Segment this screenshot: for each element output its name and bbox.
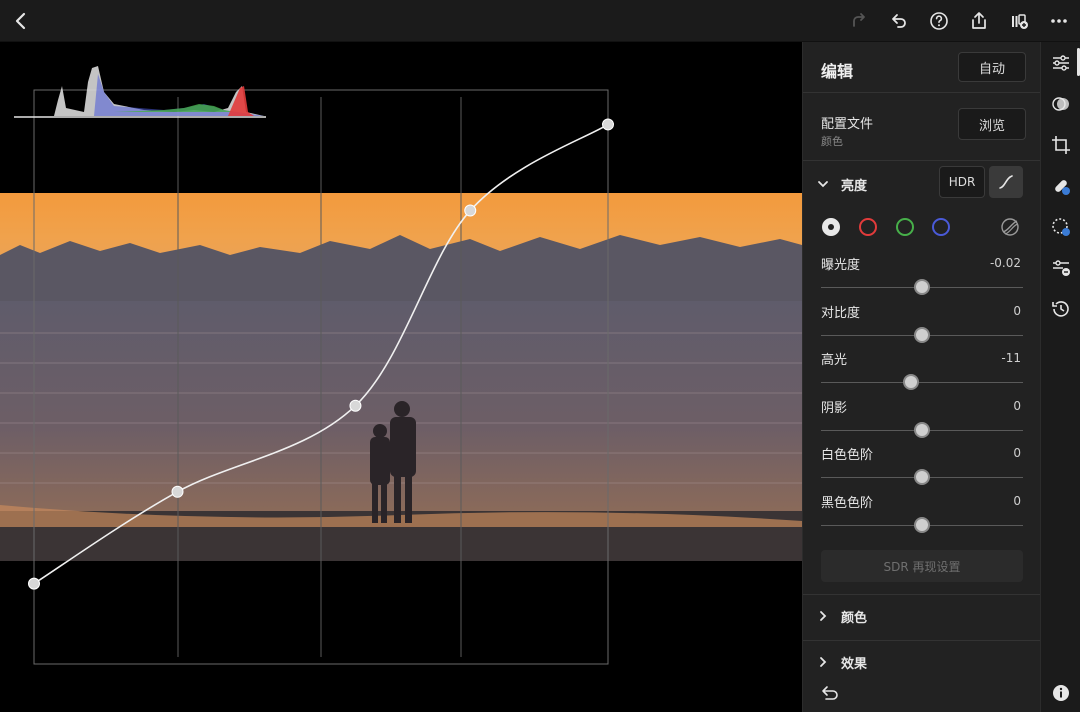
slider-value[interactable]: 0 <box>961 399 1021 413</box>
more-button[interactable] <box>1046 8 1072 34</box>
slider-thumb[interactable] <box>913 279 930 295</box>
masking-button[interactable] <box>1050 216 1072 238</box>
curve-point[interactable] <box>464 204 477 217</box>
crop-button[interactable] <box>1050 134 1072 156</box>
hdr-button[interactable]: HDR <box>939 166 985 198</box>
auto-button[interactable]: 自动 <box>958 52 1026 82</box>
edit-panel: 编辑 自动 配置文件 颜色 浏览 亮度 HDR 曝光度 -0.02 对比度 0 高光 -1… <box>802 42 1041 712</box>
slider-label: 高光 <box>821 353 848 369</box>
slider-thumb[interactable] <box>914 326 930 343</box>
info-button[interactable] <box>1050 682 1072 704</box>
light-section-title[interactable]: 亮度 <box>841 175 867 194</box>
presets-button[interactable] <box>1050 93 1072 115</box>
curve-point[interactable] <box>171 485 184 498</box>
divider <box>803 640 1041 641</box>
divider <box>803 160 1041 161</box>
history-button[interactable] <box>1050 298 1072 320</box>
chevron-right-icon[interactable] <box>817 656 829 668</box>
effects-section-title[interactable]: 效果 <box>841 653 867 672</box>
slider-thumb[interactable] <box>902 374 919 391</box>
reset-icon[interactable] <box>821 684 841 702</box>
curve-point[interactable] <box>602 118 614 131</box>
versions-icon <box>1053 260 1070 276</box>
share-icon <box>972 12 986 29</box>
parametric-curve-icon[interactable] <box>1000 217 1020 237</box>
slider-value[interactable]: -0.02 <box>961 256 1021 270</box>
slider-thumb[interactable] <box>914 421 930 438</box>
sliders-icon <box>1053 55 1069 71</box>
slider-value[interactable]: 0 <box>961 304 1021 318</box>
chevron-right-icon[interactable] <box>817 610 829 622</box>
browse-profile-button[interactable]: 浏览 <box>958 108 1026 140</box>
color-section-title[interactable]: 颜色 <box>841 607 867 626</box>
sdr-label: SDR 再现设置 <box>883 559 961 574</box>
history-icon <box>1052 301 1069 317</box>
undo-icon <box>892 14 906 28</box>
sdr-rendition-button[interactable]: SDR 再现设置 <box>821 550 1023 582</box>
white-channel-button[interactable] <box>822 218 840 236</box>
healing-icon <box>1055 180 1070 195</box>
slider-thumb[interactable] <box>914 469 930 486</box>
masking-icon <box>1052 218 1070 236</box>
slider-value[interactable]: -11 <box>961 351 1021 365</box>
panel-title: 编辑 <box>821 62 854 81</box>
tone-curve[interactable] <box>0 42 802 712</box>
slider-label: 黑色色阶 <box>821 496 874 511</box>
add-to-album-button[interactable] <box>1006 8 1032 34</box>
help-button[interactable] <box>926 8 952 34</box>
tool-rail <box>1040 42 1080 712</box>
undo-button[interactable] <box>886 8 912 34</box>
curve-point[interactable] <box>349 399 362 412</box>
slider-thumb[interactable] <box>914 517 930 533</box>
blue-channel-button[interactable] <box>932 218 950 236</box>
redo-icon <box>853 13 865 27</box>
chevron-left-icon <box>15 12 26 30</box>
healing-button[interactable] <box>1050 175 1072 197</box>
more-icon <box>1051 19 1067 23</box>
tone-curve-button[interactable] <box>989 166 1023 198</box>
profile-value: 颜色 <box>821 135 843 148</box>
green-channel-button[interactable] <box>896 218 914 236</box>
top-toolbar <box>0 0 1080 42</box>
slider-label: 白色色阶 <box>821 448 874 464</box>
divider <box>803 92 1041 93</box>
presets-icon <box>1052 97 1069 111</box>
share-button[interactable] <box>966 8 992 34</box>
chevron-down-icon[interactable] <box>817 178 829 190</box>
photo-canvas[interactable] <box>0 42 802 712</box>
red-channel-button[interactable] <box>859 218 877 236</box>
slider-label: 曝光度 <box>821 258 861 273</box>
slider-value[interactable]: 0 <box>961 446 1021 460</box>
add-to-album-icon <box>1012 14 1028 29</box>
redo-button[interactable] <box>846 8 872 34</box>
divider <box>803 594 1041 595</box>
versions-button[interactable] <box>1050 257 1072 279</box>
profile-label: 配置文件 <box>821 117 874 132</box>
curve-point[interactable] <box>28 577 40 590</box>
slider-value[interactable]: 0 <box>961 494 1021 508</box>
histogram <box>14 66 266 118</box>
edit-tool-button[interactable] <box>1050 52 1072 74</box>
slider-label: 阴影 <box>821 400 848 416</box>
help-icon <box>930 12 948 30</box>
back-button[interactable] <box>8 8 34 34</box>
crop-icon <box>1052 136 1070 154</box>
curve-icon <box>999 175 1013 189</box>
info-icon <box>1053 685 1069 701</box>
slider-track[interactable] <box>821 382 1023 384</box>
slider-label: 对比度 <box>821 305 861 321</box>
